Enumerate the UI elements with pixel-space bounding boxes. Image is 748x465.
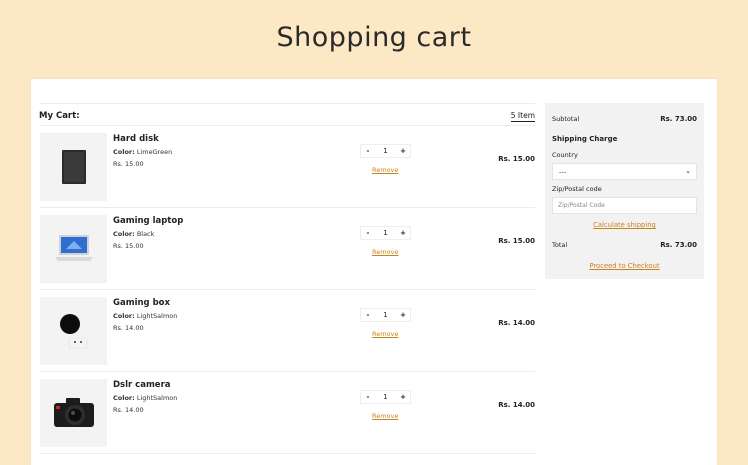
product-price: Rs. 14.00	[113, 324, 144, 332]
product-name[interactable]: Gaming laptop	[113, 216, 183, 226]
remove-link[interactable]: Remove	[372, 248, 398, 256]
quantity-value[interactable]: 1	[379, 393, 393, 401]
console-icon	[59, 314, 87, 349]
cart-header: My Cart: 5 Item	[39, 103, 535, 126]
quantity-stepper: - 1 +	[360, 226, 411, 240]
country-label: Country	[552, 151, 578, 159]
increase-button[interactable]: +	[396, 311, 410, 319]
cart-card: My Cart: 5 Item Hard disk Color: LimeGre…	[31, 79, 717, 465]
total-row: Total Rs. 73.00	[552, 241, 697, 249]
product-name[interactable]: Hard disk	[113, 134, 159, 144]
product-color: Color: Black	[113, 230, 155, 238]
order-summary: Subtotal Rs. 73.00 Shipping Charge Count…	[545, 103, 704, 279]
product-color: Color: LightSalmon	[113, 312, 178, 320]
product-price: Rs. 15.00	[113, 160, 144, 168]
product-color: Color: LimeGreen	[113, 148, 173, 156]
product-image[interactable]	[40, 215, 107, 283]
page-title: Shopping cart	[276, 22, 472, 53]
total-label: Total	[552, 241, 568, 249]
increase-button[interactable]: +	[396, 229, 410, 237]
decrease-button[interactable]: -	[361, 393, 375, 401]
subtotal-label: Subtotal	[552, 115, 580, 123]
country-select[interactable]: --- ⌄	[552, 163, 697, 180]
product-name[interactable]: Gaming box	[113, 298, 170, 308]
line-total: Rs. 15.00	[498, 155, 535, 163]
quantity-stepper: - 1 +	[360, 308, 411, 322]
line-total: Rs. 15.00	[498, 237, 535, 245]
cart-list: My Cart: 5 Item Hard disk Color: LimeGre…	[39, 103, 535, 454]
shipping-heading: Shipping Charge	[552, 135, 618, 143]
product-color: Color: LightSalmon	[113, 394, 178, 402]
cart-item: Dslr camera Color: LightSalmon Rs. 14.00…	[39, 372, 535, 454]
country-value: ---	[559, 168, 567, 176]
cart-item: Hard disk Color: LimeGreen Rs. 15.00 - 1…	[39, 126, 535, 208]
quantity-value[interactable]: 1	[379, 229, 393, 237]
camera-icon	[53, 398, 94, 427]
increase-button[interactable]: +	[396, 147, 410, 155]
remove-link[interactable]: Remove	[372, 412, 398, 420]
line-total: Rs. 14.00	[498, 319, 535, 327]
laptop-icon	[54, 235, 93, 261]
subtotal-value: Rs. 73.00	[660, 115, 697, 123]
hard-disk-icon	[61, 150, 86, 184]
remove-link[interactable]: Remove	[372, 166, 398, 174]
zip-input[interactable]: Zip/Postal Code	[552, 197, 697, 214]
calculate-shipping-link[interactable]: Calculate shipping	[545, 221, 704, 229]
chevron-down-icon: ⌄	[685, 167, 691, 175]
cart-item: Gaming box Color: LightSalmon Rs. 14.00 …	[39, 290, 535, 372]
line-total: Rs. 14.00	[498, 401, 535, 409]
increase-button[interactable]: +	[396, 393, 410, 401]
product-image[interactable]	[40, 297, 107, 365]
remove-link[interactable]: Remove	[372, 330, 398, 338]
product-name[interactable]: Dslr camera	[113, 380, 171, 390]
quantity-value[interactable]: 1	[379, 147, 393, 155]
quantity-stepper: - 1 +	[360, 390, 411, 404]
total-value: Rs. 73.00	[660, 241, 697, 249]
product-price: Rs. 15.00	[113, 242, 144, 250]
product-image[interactable]	[40, 133, 107, 201]
subtotal-row: Subtotal Rs. 73.00	[552, 115, 697, 123]
product-image[interactable]	[40, 379, 107, 447]
checkout-link[interactable]: Proceed to Checkout	[545, 262, 704, 270]
cart-item: Gaming laptop Color: Black Rs. 15.00 - 1…	[39, 208, 535, 290]
cart-label: My Cart:	[39, 111, 80, 121]
quantity-value[interactable]: 1	[379, 311, 393, 319]
item-count[interactable]: 5 Item	[510, 111, 535, 122]
decrease-button[interactable]: -	[361, 147, 375, 155]
quantity-stepper: - 1 +	[360, 144, 411, 158]
zip-label: Zip/Postal code	[552, 185, 602, 193]
decrease-button[interactable]: -	[361, 229, 375, 237]
product-price: Rs. 14.00	[113, 406, 144, 414]
decrease-button[interactable]: -	[361, 311, 375, 319]
